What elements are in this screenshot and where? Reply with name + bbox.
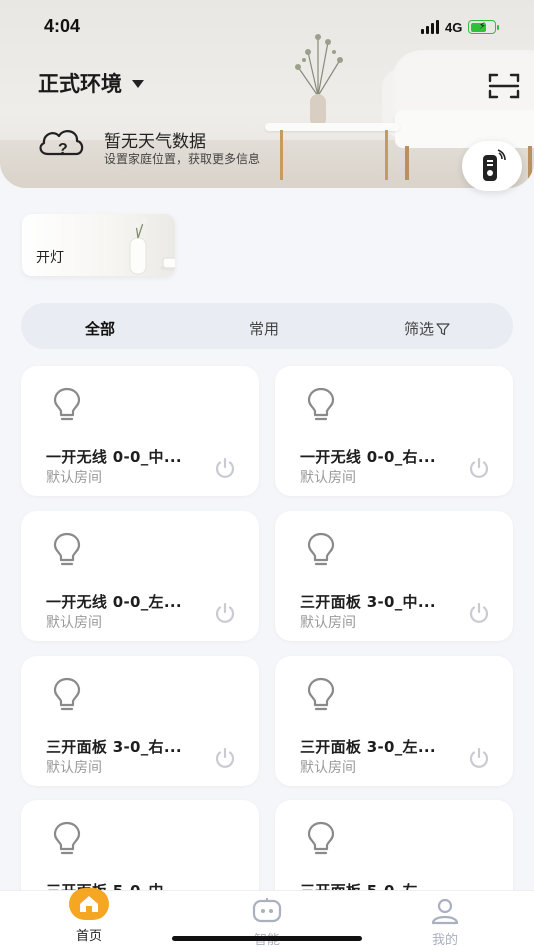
nav-profile[interactable]: 我的 <box>405 891 485 950</box>
device-name: 三开面板 3-0_右... <box>46 738 182 756</box>
svg-text:?: ? <box>58 141 68 158</box>
scene-vase-illustration <box>129 218 175 275</box>
profile-icon <box>431 898 459 925</box>
light-bulb-icon <box>51 531 83 569</box>
device-name: 一开无线 0-0_中... <box>46 448 182 466</box>
device-card[interactable]: 一开无线 0-0_右... 默认房间 <box>275 366 513 496</box>
light-bulb-icon <box>305 386 337 424</box>
power-toggle-icon[interactable] <box>467 601 491 625</box>
device-card[interactable]: 三开面板 3-0_左... 默认房间 <box>275 656 513 786</box>
scene-label: 开灯 <box>36 250 64 266</box>
power-toggle-icon[interactable] <box>467 456 491 480</box>
light-bulb-icon <box>51 820 83 858</box>
sofa-illustration-seat <box>395 110 534 148</box>
status-time: 4:04 <box>44 16 81 36</box>
device-card[interactable]: 三开面板 3-0_中... 默认房间 <box>275 511 513 641</box>
weather-cloud-question-icon: ? <box>39 130 84 158</box>
nav-home[interactable]: 首页 <box>49 888 129 950</box>
plant-branches-illustration <box>295 34 343 96</box>
network-type: 4G <box>445 19 463 35</box>
power-toggle-icon[interactable] <box>213 601 237 625</box>
robot-icon <box>252 898 282 923</box>
device-card[interactable]: 一开无线 0-0_中... 默认房间 <box>21 366 259 496</box>
device-name: 一开无线 0-0_左... <box>46 593 182 611</box>
device-name: 一开无线 0-0_右... <box>300 448 436 466</box>
nav-smart[interactable]: 智能 <box>227 891 307 950</box>
device-room: 默认房间 <box>300 760 356 776</box>
signal-icon <box>421 20 439 34</box>
device-card[interactable]: 一开无线 0-0_左... 默认房间 <box>21 511 259 641</box>
nav-profile-label: 我的 <box>431 933 458 948</box>
tab-filter-label: 筛选 <box>404 320 435 338</box>
device-name: 三开面板 3-0_中... <box>300 593 436 611</box>
home-icon <box>69 888 109 920</box>
remote-control-button[interactable] <box>462 141 522 191</box>
power-toggle-icon[interactable] <box>213 456 237 480</box>
device-room: 默认房间 <box>46 470 102 486</box>
light-bulb-icon <box>305 676 337 714</box>
device-room: 默认房间 <box>46 615 102 631</box>
scan-icon[interactable] <box>488 72 520 100</box>
sofa-leg <box>528 146 532 180</box>
scene-card-lights-on[interactable]: 开灯 <box>22 214 175 276</box>
device-room: 默认房间 <box>300 470 356 486</box>
tab-common[interactable]: 常用 <box>249 318 279 339</box>
nav-home-label: 首页 <box>75 929 102 944</box>
table-illustration <box>265 123 400 131</box>
tab-all[interactable]: 全部 <box>85 318 115 339</box>
bottom-navigation: 首页 智能 我的 <box>0 888 534 950</box>
environment-selector[interactable]: 正式环境 <box>38 68 144 98</box>
filter-funnel-icon <box>436 322 450 335</box>
status-icons: 4G ⚡ <box>421 17 500 37</box>
table-leg <box>280 130 283 180</box>
table-leg <box>385 130 388 180</box>
remote-control-icon <box>483 149 506 181</box>
sofa-leg <box>405 146 409 180</box>
vase-illustration <box>310 94 326 124</box>
light-bulb-icon <box>305 531 337 569</box>
caret-down-icon <box>132 80 144 88</box>
battery-icon: ⚡ <box>468 20 500 34</box>
device-card[interactable]: 三开面板 3-0_右... 默认房间 <box>21 656 259 786</box>
home-indicator <box>172 936 362 941</box>
device-room: 默认房间 <box>46 760 102 776</box>
light-bulb-icon <box>51 386 83 424</box>
device-room: 默认房间 <box>300 615 356 631</box>
weather-title: 暂无天气数据 <box>104 132 206 152</box>
light-bulb-icon <box>51 676 83 714</box>
power-toggle-icon[interactable] <box>213 746 237 770</box>
device-filter-tabs: 全部 常用 筛选 <box>21 303 513 349</box>
light-bulb-icon <box>305 820 337 858</box>
weather-subtitle[interactable]: 设置家庭位置，获取更多信息 <box>104 150 260 167</box>
power-toggle-icon[interactable] <box>467 746 491 770</box>
charging-bolt-icon: ⚡ <box>478 21 486 32</box>
tab-filter[interactable]: 筛选 <box>404 318 450 339</box>
environment-label: 正式环境 <box>38 72 122 96</box>
device-name: 三开面板 3-0_左... <box>300 738 436 756</box>
